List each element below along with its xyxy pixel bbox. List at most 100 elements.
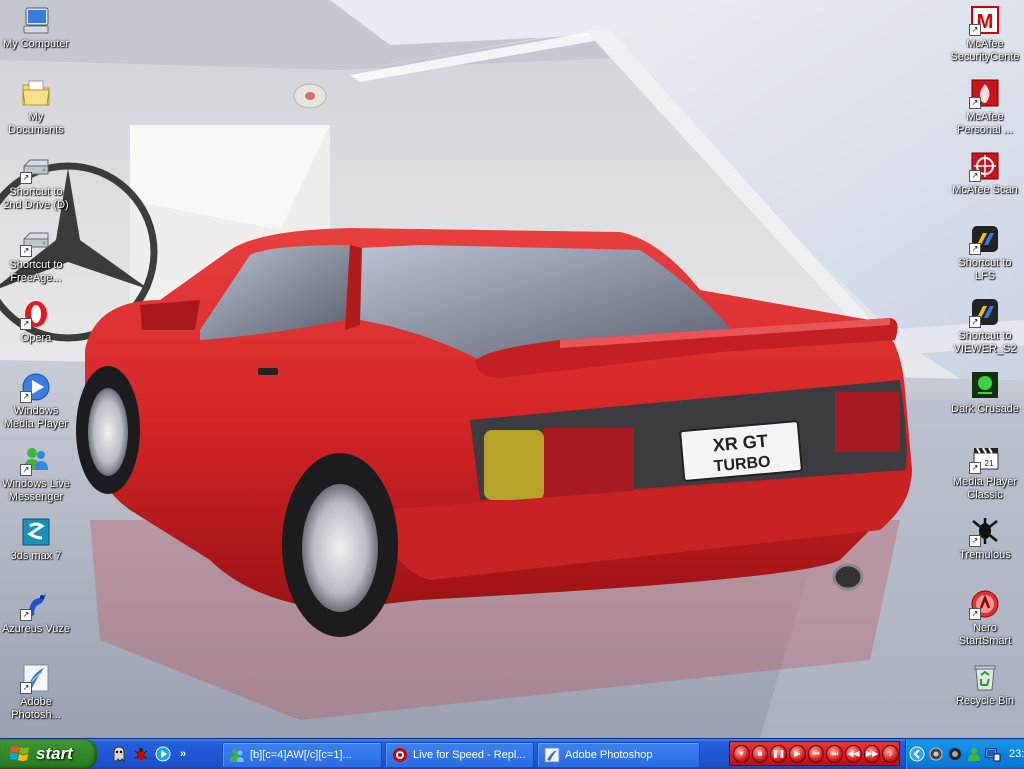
task-label: Live for Speed - Repl...: [413, 749, 526, 761]
windows-media-player-icon: ↗: [20, 371, 52, 403]
messenger-icon[interactable]: [966, 746, 982, 762]
stop-icon[interactable]: ■: [751, 744, 769, 763]
network-icon[interactable]: [947, 746, 963, 762]
volume-icon[interactable]: ♪: [882, 744, 900, 763]
desktop-icon-windows-live-messenger[interactable]: ↗ Windows Live Messenger: [1, 442, 71, 512]
desktop-icon-label: Shortcut to FreeAge...: [9, 259, 63, 284]
shortcut-arrow-icon: ↗: [969, 24, 981, 36]
desktop-icon-label: Dark Crusade: [951, 403, 1019, 415]
desktop-icon-adobe-photoshop[interactable]: ↗ Adobe Photosh...: [1, 660, 71, 730]
desktop-icon-recycle-bin[interactable]: Recycle Bin: [950, 659, 1020, 729]
shortcut-arrow-icon: ↗: [969, 608, 981, 620]
desktop-icon-label: McAfee Personal ...: [957, 111, 1013, 136]
desktop-icon-label: Nero StartSmart: [958, 622, 1012, 647]
desktop-icon-3ds-max[interactable]: 3ds max 7: [1, 514, 71, 584]
lfs-viewer-icon: ↗: [969, 296, 1001, 328]
next-icon[interactable]: ⏭: [826, 744, 844, 763]
task-label: [b][c=4]AW[/c][c=1]...: [250, 749, 352, 761]
tray-arrow-icon[interactable]: [909, 746, 925, 762]
desktop-icon-label: Windows Live Messenger: [2, 478, 70, 503]
shortcut-arrow-icon: ↗: [20, 682, 32, 694]
svg-text:21: 21: [985, 459, 994, 468]
photoshop-icon: ↗: [20, 662, 52, 694]
desktop-icon-my-documents[interactable]: My Documents: [1, 75, 71, 145]
desktop-icon-label: Tremulous: [959, 549, 1011, 561]
nero-icon: ↗: [969, 588, 1001, 620]
desktop-icon-opera[interactable]: ↗ Opera: [1, 296, 71, 366]
desktop-icon-media-player-classic[interactable]: 21 ↗ Media Player Classic: [950, 440, 1020, 510]
desktop-icon-label: My Documents: [8, 111, 64, 136]
display-icon[interactable]: [985, 746, 1001, 762]
opera-icon: ↗: [20, 298, 52, 330]
clock[interactable]: 23:36: [1009, 748, 1024, 760]
previous-icon[interactable]: ⏮: [807, 744, 825, 763]
desktop-icon-label: Windows Media Player: [3, 405, 69, 430]
rewind-icon[interactable]: ◀◀: [845, 744, 862, 763]
quick-launch-bar: »: [110, 739, 190, 769]
desktop-icon-label: Shortcut to VIEWER_S2: [953, 330, 1017, 355]
task-button-live-for-speed[interactable]: Live for Speed - Repl...: [385, 742, 534, 768]
desktop-icon-label: Media Player Classic: [952, 476, 1018, 501]
taskbar: start » [b][c=4]AW[/c][c=1]... Live for …: [0, 738, 1024, 769]
desktop-icon-shortcut-lfs[interactable]: ↗ Shortcut to LFS: [950, 221, 1020, 291]
shortcut-arrow-icon: ↗: [20, 172, 32, 184]
desktop-icon-label: Shortcut to 2nd Drive (D): [3, 186, 69, 211]
shortcut-arrow-icon: ↗: [20, 609, 32, 621]
bug-icon[interactable]: [132, 745, 150, 763]
dark-crusade-icon: [969, 369, 1001, 401]
desktop-icon-nero-startsmart[interactable]: ↗ Nero StartSmart: [950, 586, 1020, 656]
desktop-icon-my-computer[interactable]: My Computer: [1, 2, 71, 72]
ghost-icon[interactable]: [110, 745, 128, 763]
shortcut-arrow-icon: ↗: [20, 318, 32, 330]
quick-launch-more-icon[interactable]: »: [176, 748, 190, 760]
desktop-icon-azureus-vuze[interactable]: ↗ Azureus Vuze: [1, 587, 71, 657]
shortcut-arrow-icon: ↗: [969, 462, 981, 474]
task-button-adobe-photoshop[interactable]: Adobe Photoshop: [537, 742, 700, 768]
lfs-icon: ↗: [969, 223, 1001, 255]
desktop-icon-shortcut-2nd-drive[interactable]: ↗ Shortcut to 2nd Drive (D): [1, 150, 71, 220]
desktop-icon-label: McAfee SecurityCenter: [950, 38, 1020, 65]
system-tray: 23:36: [905, 739, 1024, 769]
messenger-icon: [229, 747, 245, 763]
desktop-icon-mcafee-personal-firewall[interactable]: ↗ McAfee Personal ...: [950, 75, 1020, 145]
start-button[interactable]: start: [0, 739, 97, 769]
desktop-icon-label: Shortcut to LFS: [958, 257, 1012, 282]
recycle-bin-icon: [969, 661, 1001, 693]
desktop-icon-dark-crusade[interactable]: Dark Crusade: [950, 367, 1020, 437]
shortcut-arrow-icon: ↗: [969, 243, 981, 255]
tremulous-icon: ↗: [969, 515, 1001, 547]
desktop-icon-windows-media-player[interactable]: ↗ Windows Media Player: [1, 369, 71, 439]
desktop-icon-label: 3ds max 7: [10, 550, 62, 562]
menu-icon[interactable]: ▾: [733, 744, 750, 763]
desktop-icon-mcafee-securitycenter[interactable]: M ↗ McAfee SecurityCenter: [950, 2, 1020, 72]
shortcut-arrow-icon: ↗: [20, 464, 32, 476]
desktop-icon-shortcut-freeage[interactable]: ↗ Shortcut to FreeAge...: [1, 223, 71, 293]
my-documents-icon: [20, 77, 52, 109]
forward-icon[interactable]: ▶▶: [863, 744, 881, 763]
media-player-classic-icon: 21 ↗: [969, 442, 1001, 474]
windows-logo-icon: [10, 746, 29, 761]
desktop-wallpaper: XR GT TURBO: [0, 0, 1024, 738]
messenger-icon: ↗: [20, 444, 52, 476]
desktop-icon-label: Adobe Photosh...: [11, 696, 61, 721]
speaker-icon[interactable]: [928, 746, 944, 762]
shortcut-arrow-icon: ↗: [969, 170, 981, 182]
photoshop-icon: [544, 747, 560, 763]
license-plate: XR GT TURBO: [679, 420, 803, 482]
play-icon[interactable]: ▶: [789, 744, 806, 763]
task-button-messenger[interactable]: [b][c=4]AW[/c][c=1]...: [222, 742, 382, 768]
shortcut-arrow-icon: ↗: [20, 391, 32, 403]
start-label: start: [36, 744, 73, 763]
mcafee-securitycenter-icon: M ↗: [969, 4, 1001, 36]
desktop-icon-label: Opera: [20, 332, 52, 344]
pause-icon[interactable]: ❚❚: [770, 744, 788, 763]
media-play-icon[interactable]: [154, 745, 172, 763]
drive-icon: ↗: [20, 152, 52, 184]
desktop-icon-mcafee-scan[interactable]: ↗ McAfee Scan: [950, 148, 1020, 218]
mcafee-firewall-icon: ↗: [969, 77, 1001, 109]
task-label: Adobe Photoshop: [565, 749, 653, 761]
desktop-icon-label: My Computer: [2, 38, 70, 50]
media-player-toolbar: ▾ ■ ❚❚ ▶ ⏮ ⏭ ◀◀ ▶▶ ♪: [729, 741, 900, 766]
desktop-icon-tremulous[interactable]: ↗ Tremulous: [950, 513, 1020, 583]
desktop-icon-shortcut-viewer-s2[interactable]: ↗ Shortcut to VIEWER_S2: [950, 294, 1020, 364]
